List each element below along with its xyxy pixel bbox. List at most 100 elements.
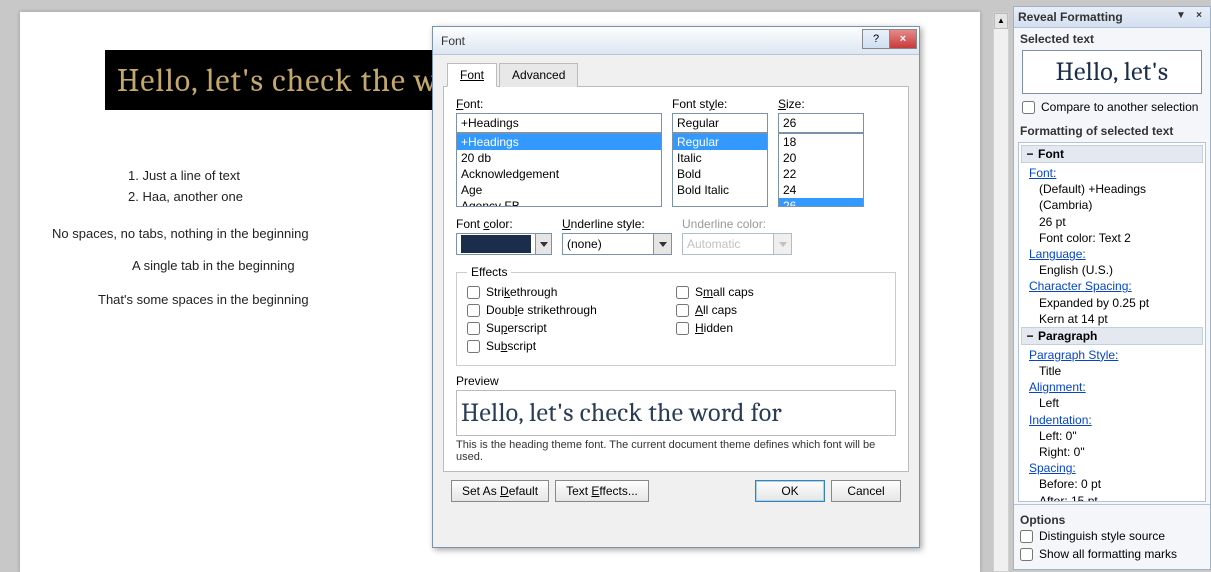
language-value: English (U.S.): [1021, 262, 1203, 278]
fontcolor-label: Font color:: [456, 217, 552, 231]
doc-title-text: Hello, let's check the w: [117, 62, 438, 99]
font-value: 26 pt: [1021, 214, 1203, 230]
fontstyle-label: Font style:: [672, 97, 768, 111]
doc-paragraph: That's some spaces in the beginning: [98, 292, 309, 307]
font-input[interactable]: [456, 113, 662, 133]
effects-group: Effects Strikethrough Double strikethrou…: [456, 265, 896, 366]
formatting-label: Formatting of selected text: [1014, 120, 1210, 140]
cs-value: Kern at 14 pt: [1021, 311, 1203, 327]
help-button[interactable]: ?: [862, 29, 890, 49]
fontstyle-option[interactable]: Bold: [673, 166, 767, 182]
double-strikethrough-checkbox[interactable]: Double strikethrough: [467, 303, 676, 317]
distinguish-style-source-checkbox[interactable]: Distinguish style source: [1020, 529, 1204, 543]
subscript-checkbox[interactable]: Subscript: [467, 339, 676, 353]
strikethrough-checkbox[interactable]: Strikethrough: [467, 285, 676, 299]
superscript-checkbox[interactable]: Superscript: [467, 321, 676, 335]
ok-button[interactable]: OK: [755, 480, 825, 502]
font-value: (Cambria): [1021, 197, 1203, 213]
preview-label: Preview: [456, 374, 896, 388]
paragraph-style-link[interactable]: Paragraph Style:: [1029, 348, 1118, 362]
hidden-checkbox[interactable]: Hidden: [676, 321, 885, 335]
fontstyle-option[interactable]: Bold Italic: [673, 182, 767, 198]
underlinestyle-label: Underline style:: [562, 217, 672, 231]
tab-font[interactable]: Font: [447, 63, 497, 87]
fontstyle-listbox[interactable]: Regular Italic Bold Bold Italic: [672, 133, 768, 207]
compare-selection-checkbox[interactable]: Compare to another selection: [1014, 98, 1210, 116]
cs-value: Expanded by 0.25 pt: [1021, 295, 1203, 311]
formatting-tree[interactable]: Font Font: (Default) +Headings (Cambria)…: [1018, 142, 1206, 502]
fontstyle-option[interactable]: Regular: [673, 134, 767, 150]
size-option[interactable]: 20: [779, 150, 863, 166]
fontcolor-dropdown[interactable]: [456, 233, 552, 255]
doc-paragraph: A single tab in the beginning: [132, 258, 295, 273]
font-link[interactable]: Font:: [1029, 166, 1056, 180]
language-link[interactable]: Language:: [1029, 247, 1086, 261]
spacing-before: Before: 0 pt: [1021, 476, 1203, 492]
font-option[interactable]: Age: [457, 182, 661, 198]
pane-dropdown-icon[interactable]: ▼: [1174, 10, 1188, 24]
dropdown-arrow-icon[interactable]: [535, 234, 551, 254]
size-input[interactable]: [778, 113, 864, 133]
underlinestyle-dropdown[interactable]: (none): [562, 233, 672, 255]
document-scrollbar[interactable]: ▲: [993, 12, 1009, 572]
pane-header[interactable]: Reveal Formatting ▼ ×: [1014, 7, 1210, 28]
size-option[interactable]: 18: [779, 134, 863, 150]
selected-text-label: Selected text: [1014, 28, 1210, 48]
tab-advanced[interactable]: Advanced: [499, 63, 578, 87]
options-label: Options: [1020, 509, 1204, 529]
show-formatting-marks-checkbox[interactable]: Show all formatting marks: [1020, 547, 1204, 561]
size-listbox[interactable]: 18 20 22 24 26: [778, 133, 864, 207]
effects-legend: Effects: [467, 265, 511, 279]
character-spacing-link[interactable]: Character Spacing:: [1029, 279, 1132, 293]
font-option[interactable]: Agency FB: [457, 198, 661, 207]
size-option[interactable]: 24: [779, 182, 863, 198]
font-listbox[interactable]: +Headings 20 db Acknowledgement Age Agen…: [456, 133, 662, 207]
fontstyle-option[interactable]: Italic: [673, 150, 767, 166]
list-item: 2. Haa, another one: [128, 189, 243, 204]
close-button[interactable]: ×: [889, 29, 917, 49]
paragraph-style-value: Title: [1021, 363, 1203, 379]
allcaps-checkbox[interactable]: All caps: [676, 303, 885, 317]
preview-box: Hello, let's check the word for: [456, 390, 896, 436]
font-label: Font:: [456, 97, 662, 111]
set-as-default-button[interactable]: Set As Default: [451, 480, 549, 502]
spacing-after: After: 15 pt: [1021, 493, 1203, 502]
pane-close-button[interactable]: ×: [1192, 10, 1206, 24]
dialog-title: Font: [441, 34, 465, 48]
pane-preview-box: Hello, let's: [1022, 50, 1202, 94]
preview-text: Hello, let's check the word for: [461, 398, 782, 428]
dropdown-arrow-icon: [773, 234, 791, 254]
font-option[interactable]: 20 db: [457, 150, 661, 166]
smallcaps-checkbox[interactable]: Small caps: [676, 285, 885, 299]
dropdown-arrow-icon[interactable]: [653, 234, 671, 254]
font-option[interactable]: +Headings: [457, 134, 661, 150]
spacing-link[interactable]: Spacing:: [1029, 461, 1076, 475]
alignment-link[interactable]: Alignment:: [1029, 380, 1086, 394]
font-value: Font color: Text 2: [1021, 230, 1203, 246]
indent-right: Right: 0": [1021, 444, 1203, 460]
pane-title: Reveal Formatting: [1018, 10, 1123, 24]
size-option[interactable]: 26: [779, 198, 863, 207]
indentation-link[interactable]: Indentation:: [1029, 413, 1092, 427]
doc-list: 1. Just a line of text 2. Haa, another o…: [128, 168, 243, 210]
dialog-titlebar[interactable]: Font ? ×: [433, 27, 919, 55]
text-effects-button[interactable]: Text Effects...: [555, 480, 649, 502]
fontcolor-swatch: [461, 235, 531, 253]
doc-paragraph: No spaces, no tabs, nothing in the begin…: [52, 226, 309, 241]
pane-preview-text: Hello, let's: [1056, 57, 1169, 87]
reveal-formatting-pane: Reveal Formatting ▼ × Selected text Hell…: [1013, 6, 1211, 570]
underlinecolor-label: Underline color:: [682, 217, 792, 231]
font-group-header[interactable]: Font: [1021, 145, 1203, 163]
font-dialog: Font ? × Font Advanced Font: +Headings 2…: [432, 26, 920, 548]
scroll-up-button[interactable]: ▲: [994, 13, 1008, 29]
paragraph-group-header[interactable]: Paragraph: [1021, 327, 1203, 345]
underlinecolor-dropdown: Automatic: [682, 233, 792, 255]
indent-left: Left: 0": [1021, 428, 1203, 444]
font-value: (Default) +Headings: [1021, 181, 1203, 197]
alignment-value: Left: [1021, 395, 1203, 411]
size-option[interactable]: 22: [779, 166, 863, 182]
size-label: Size:: [778, 97, 864, 111]
cancel-button[interactable]: Cancel: [831, 480, 901, 502]
fontstyle-input[interactable]: [672, 113, 768, 133]
font-option[interactable]: Acknowledgement: [457, 166, 661, 182]
